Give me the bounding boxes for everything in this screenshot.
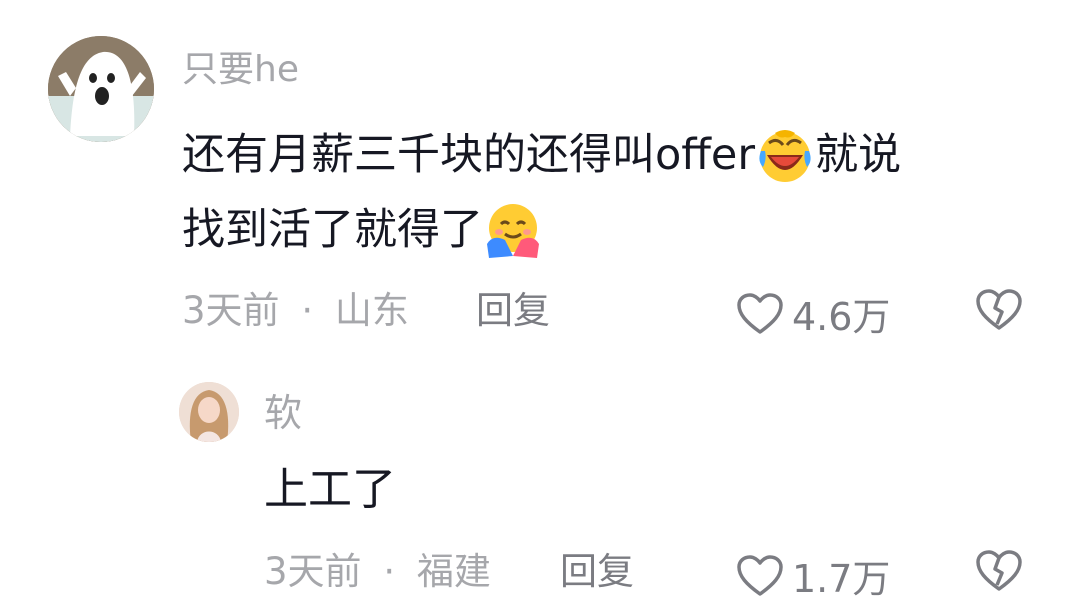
comment-text: 找到活了就得了 bbox=[182, 204, 483, 255]
like-button[interactable]: 1.7万 bbox=[736, 548, 890, 603]
username[interactable]: 只要he bbox=[182, 52, 299, 88]
comment-meta: 3天前 · 山东 bbox=[182, 292, 409, 329]
meta-separator: · bbox=[383, 550, 396, 593]
meta-separator: · bbox=[301, 289, 314, 332]
location: 福建 bbox=[416, 550, 491, 593]
heart-icon bbox=[737, 554, 783, 596]
comment-text: 就说 bbox=[815, 129, 902, 180]
hugging-face-emoji-icon bbox=[487, 204, 539, 258]
comment-text-line: 还有月薪三千块的还得叫offer 就说 bbox=[182, 125, 901, 185]
comment-text: 还有月薪三千块的还得叫offer bbox=[182, 129, 756, 180]
comment-text-line: 找到活了就得了 bbox=[182, 200, 543, 260]
comment-text-line: 上工了 bbox=[264, 468, 396, 512]
reply-button[interactable]: 回复 bbox=[560, 553, 634, 590]
avatar[interactable] bbox=[179, 382, 239, 442]
laughing-crying-emoji-icon bbox=[759, 130, 811, 182]
like-count: 1.7万 bbox=[792, 557, 891, 601]
timestamp: 3天前 bbox=[264, 550, 362, 593]
like-count: 4.6万 bbox=[792, 295, 891, 339]
like-button[interactable]: 4.6万 bbox=[736, 286, 890, 341]
reply-button[interactable]: 回复 bbox=[476, 292, 550, 329]
location: 山东 bbox=[334, 289, 409, 332]
dislike-broken-heart-icon[interactable] bbox=[975, 288, 1023, 332]
username[interactable]: 软 bbox=[264, 394, 302, 432]
heart-icon bbox=[737, 292, 783, 334]
dislike-broken-heart-icon[interactable] bbox=[975, 549, 1023, 593]
avatar[interactable] bbox=[48, 36, 154, 142]
comment-meta: 3天前 · 福建 bbox=[264, 553, 491, 590]
timestamp: 3天前 bbox=[182, 289, 280, 332]
ghost-avatar-image bbox=[48, 36, 154, 142]
comment-text: 上工了 bbox=[264, 464, 396, 515]
user-avatar-image bbox=[179, 382, 239, 442]
